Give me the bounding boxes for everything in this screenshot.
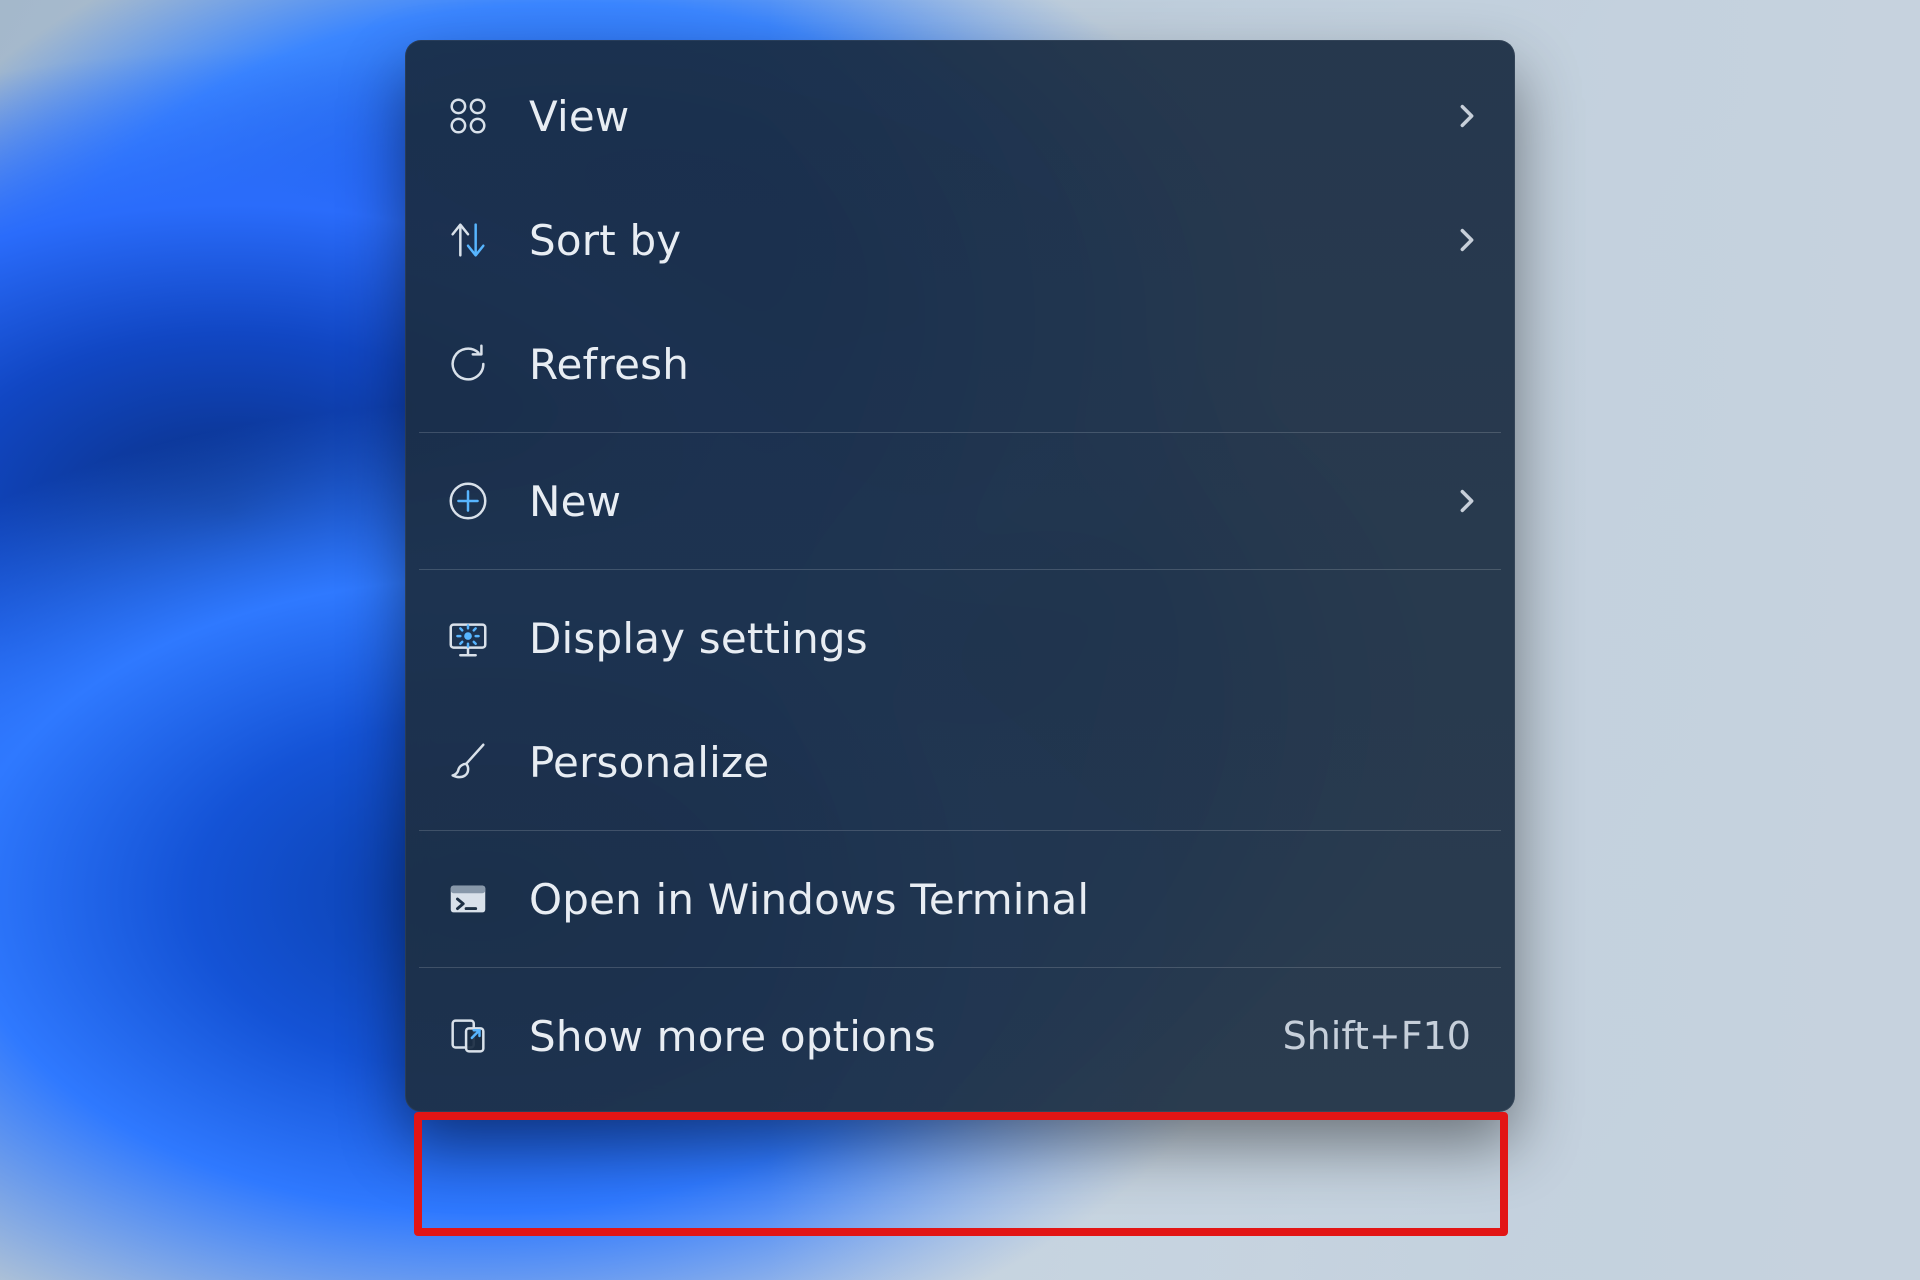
chevron-right-icon (1453, 487, 1481, 515)
menu-item-view[interactable]: View (405, 54, 1515, 178)
menu-item-refresh[interactable]: Refresh (405, 302, 1515, 426)
menu-item-show-more-options[interactable]: Show more options Shift+F10 (405, 974, 1515, 1098)
paintbrush-icon (445, 739, 491, 785)
grid-icon (445, 93, 491, 139)
menu-item-new[interactable]: New (405, 439, 1515, 563)
menu-item-label: Refresh (529, 340, 1481, 389)
menu-item-personalize[interactable]: Personalize (405, 700, 1515, 824)
display-settings-icon (445, 615, 491, 661)
menu-item-sort-by[interactable]: Sort by (405, 178, 1515, 302)
menu-item-label: New (529, 477, 1415, 526)
menu-item-label: View (529, 92, 1415, 141)
expand-icon (445, 1013, 491, 1059)
menu-item-label: Sort by (529, 216, 1415, 265)
plus-circle-icon (445, 478, 491, 524)
terminal-icon (445, 876, 491, 922)
chevron-right-icon (1453, 102, 1481, 130)
menu-item-label: Display settings (529, 614, 1481, 663)
menu-item-label: Personalize (529, 738, 1481, 787)
refresh-icon (445, 341, 491, 387)
menu-item-open-terminal[interactable]: Open in Windows Terminal (405, 837, 1515, 961)
menu-separator (419, 569, 1501, 570)
menu-separator (419, 967, 1501, 968)
menu-separator (419, 432, 1501, 433)
sort-icon (445, 217, 491, 263)
menu-separator (419, 830, 1501, 831)
desktop-context-menu: View Sort by Refresh (405, 40, 1515, 1112)
menu-item-label: Show more options (529, 1012, 1245, 1061)
menu-item-display-settings[interactable]: Display settings (405, 576, 1515, 700)
chevron-right-icon (1453, 226, 1481, 254)
menu-item-label: Open in Windows Terminal (529, 875, 1481, 924)
menu-item-shortcut: Shift+F10 (1283, 1014, 1471, 1058)
